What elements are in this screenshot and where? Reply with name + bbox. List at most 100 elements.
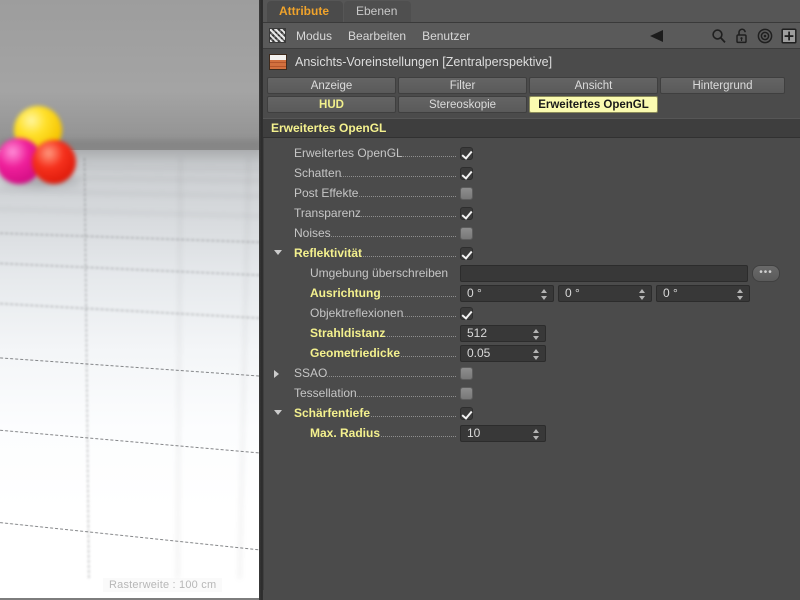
attribute-label: Strahldistanz [308, 326, 386, 340]
application-window: Rasterweite : 100 cm Attribute Ebenen Mo… [0, 0, 800, 600]
checkbox-checked[interactable] [460, 166, 473, 180]
attribute-label: Umgebung überschreiben [308, 266, 449, 280]
attribute-row: Post Effekte [264, 183, 800, 203]
object-title: Ansichts-Voreinstellungen [Zentralperspe… [295, 55, 553, 69]
chevron-down-icon[interactable] [274, 250, 282, 255]
chevron-right-icon[interactable] [274, 370, 279, 378]
checker-icon[interactable] [269, 28, 286, 43]
attribute-manager-panel: Attribute Ebenen Modus Bearbeiten Benutz… [262, 0, 800, 600]
chevron-down-icon[interactable] [274, 410, 282, 415]
attribute-control [460, 403, 473, 423]
checkbox-unchecked[interactable] [460, 226, 473, 240]
checkbox-checked[interactable] [460, 146, 473, 160]
number-input[interactable]: 10 [460, 424, 546, 442]
viewport-3d[interactable]: Rasterweite : 100 cm [0, 0, 262, 600]
target-icon[interactable] [757, 28, 773, 44]
attribute-control [460, 243, 473, 263]
angle-value: 0 ° [565, 286, 580, 300]
attribute-label: SSAO [292, 366, 328, 380]
number-value: 512 [467, 326, 488, 340]
attribute-row: Max. Radius 10 [264, 423, 800, 443]
page-tab-anzeige[interactable]: Anzeige [267, 77, 396, 94]
number-value: 10 [467, 426, 481, 440]
attribute-control [460, 163, 473, 183]
attribute-control [460, 143, 473, 163]
attribute-label: Ausrichtung [308, 286, 381, 300]
checkbox-unchecked[interactable] [460, 366, 473, 380]
checkbox-unchecked[interactable] [460, 186, 473, 200]
menu-modus[interactable]: Modus [296, 29, 332, 43]
spinner-arrows-icon[interactable] [639, 288, 646, 301]
spinner-arrows-icon[interactable] [541, 288, 548, 301]
spinner-arrows-icon[interactable] [533, 348, 540, 361]
lock-open-icon[interactable] [735, 27, 749, 44]
page-tab-row-1: Anzeige Filter Ansicht Hintergrund [267, 77, 797, 94]
angle-input-b[interactable]: 0 ° [656, 284, 750, 302]
attribute-control: 10 [460, 423, 546, 443]
environment-override-input[interactable] [460, 264, 748, 282]
menu-benutzer[interactable]: Benutzer [422, 29, 470, 43]
attribute-label: Transparenz [292, 206, 361, 220]
attribute-label: Schatten [292, 166, 342, 180]
attribute-control [460, 383, 473, 403]
angle-value: 0 ° [467, 286, 482, 300]
attribute-row: Schärfentiefe [264, 403, 800, 423]
viewport-settings-icon [269, 54, 287, 70]
page-tab-erweitertes-opengl[interactable]: Erweitertes OpenGL [529, 96, 658, 113]
checkbox-checked[interactable] [460, 306, 473, 320]
viewport-hud-grid-spacing: Rasterweite : 100 cm [103, 578, 223, 592]
plus-box-icon[interactable] [781, 27, 797, 44]
attribute-label: Geometriedicke [308, 346, 401, 360]
attribute-control: ••• [460, 263, 780, 283]
checkbox-unchecked[interactable] [460, 386, 473, 400]
attribute-row: SSAO [264, 363, 800, 383]
search-icon[interactable] [711, 28, 727, 44]
attribute-row: Schatten [264, 163, 800, 183]
viewport-ground [0, 150, 262, 600]
page-tab-stereoskopie[interactable]: Stereoskopie [398, 96, 527, 113]
attribute-row: Reflektivität [264, 243, 800, 263]
page-tab-group: Anzeige Filter Ansicht Hintergrund HUD S… [263, 75, 800, 118]
group-header-erweitertes-opengl: Erweitertes OpenGL [263, 118, 800, 138]
attribute-label: Erweitertes OpenGL [292, 146, 403, 160]
page-tab-hud[interactable]: HUD [267, 96, 396, 113]
angle-input-h[interactable]: 0 ° [460, 284, 554, 302]
object-title-row: Ansichts-Voreinstellungen [Zentralperspe… [263, 49, 800, 75]
attribute-control [460, 363, 473, 383]
number-input[interactable]: 0.05 [460, 344, 546, 362]
sphere-red[interactable] [32, 140, 76, 184]
spinner-arrows-icon[interactable] [737, 288, 744, 301]
attribute-label: Noises [292, 226, 331, 240]
attribute-label: Post Effekte [292, 186, 359, 200]
panel-menubar: Modus Bearbeiten Benutzer [263, 23, 800, 49]
page-tab-ansicht[interactable]: Ansicht [529, 77, 658, 94]
number-value: 0.05 [467, 346, 491, 360]
attribute-row: Geometriedicke 0.05 [264, 343, 800, 363]
browse-ellipsis-button[interactable]: ••• [752, 264, 780, 282]
attribute-label: Tessellation [292, 386, 357, 400]
checkbox-checked[interactable] [460, 406, 473, 420]
back-arrow-icon[interactable] [647, 28, 669, 44]
page-tab-filter[interactable]: Filter [398, 77, 527, 94]
tab-ebenen[interactable]: Ebenen [344, 1, 412, 22]
checkbox-checked[interactable] [460, 246, 473, 260]
attribute-row: Strahldistanz 512 [264, 323, 800, 343]
spinner-arrows-icon[interactable] [533, 428, 540, 441]
page-tab-row-2: HUD Stereoskopie Erweitertes OpenGL [267, 96, 797, 113]
angle-input-p[interactable]: 0 ° [558, 284, 652, 302]
attribute-row: Noises [264, 223, 800, 243]
menu-bearbeiten[interactable]: Bearbeiten [348, 29, 406, 43]
page-tab-hintergrund[interactable]: Hintergrund [660, 77, 785, 94]
attribute-control: 0.05 [460, 343, 546, 363]
attribute-control [460, 303, 473, 323]
attribute-row-list: Erweitertes OpenGL Schatten Post Effekte Tr… [263, 138, 800, 590]
spinner-arrows-icon[interactable] [533, 328, 540, 341]
attribute-row: Erweitertes OpenGL [264, 143, 800, 163]
attribute-row: Ausrichtung 0 ° 0 ° 0 ° [264, 283, 800, 303]
number-input[interactable]: 512 [460, 324, 546, 342]
menubar-icon-group [647, 23, 797, 48]
attribute-control [460, 183, 473, 203]
checkbox-checked[interactable] [460, 206, 473, 220]
tab-attribute[interactable]: Attribute [267, 1, 343, 22]
attribute-label: Schärfentiefe [292, 406, 371, 420]
